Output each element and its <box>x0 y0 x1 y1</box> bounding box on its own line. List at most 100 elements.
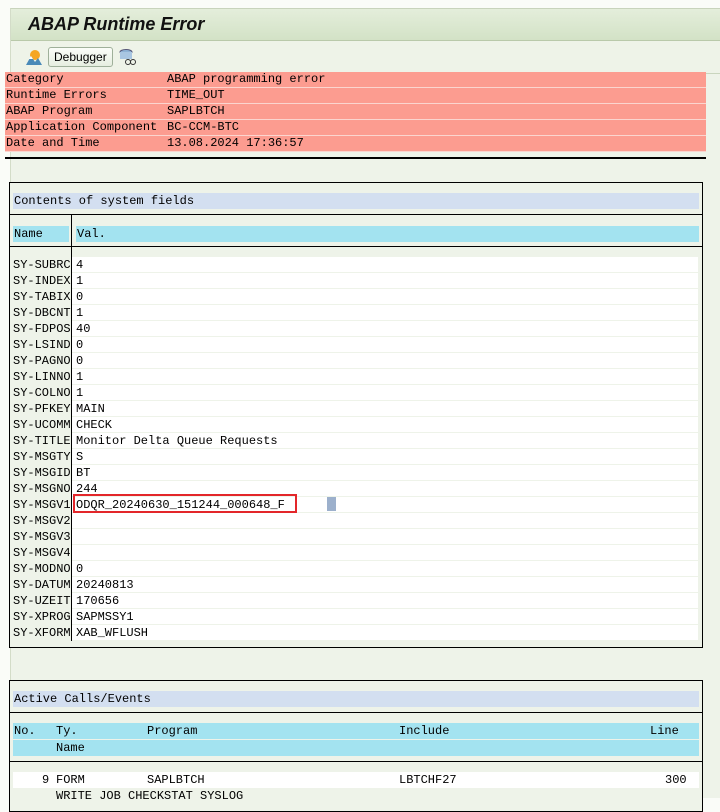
field-value[interactable]: 0 <box>72 561 698 577</box>
field-value-text: 0 <box>76 338 84 352</box>
field-value-text: 1 <box>76 370 84 384</box>
table-row: SY-FDPOS 40 <box>10 321 702 337</box>
field-value[interactable] <box>72 529 698 545</box>
field-value-text: 40 <box>76 322 91 336</box>
field-value[interactable] <box>72 545 698 561</box>
field-value[interactable]: CHECK <box>72 417 698 433</box>
table-row: SY-MSGTY S <box>10 449 702 465</box>
page-title: ABAP Runtime Error <box>28 14 205 34</box>
column-header-type: Ty. <box>56 724 78 738</box>
title-bar: ABAP Runtime Error <box>11 9 720 41</box>
mountain-sun-icon[interactable] <box>25 48 43 66</box>
field-name: SY-MODNO <box>10 561 72 577</box>
table-row: SY-DBCNT 1 <box>10 305 702 321</box>
highlight-box <box>73 494 297 513</box>
field-name: SY-INDEX <box>10 273 72 289</box>
field-value-text: MAIN <box>76 402 105 416</box>
field-value[interactable]: ODQR_20240630_151244_000648_F <box>72 494 698 513</box>
column-header-name: Name <box>13 226 69 242</box>
table-row: SY-MSGV4 <box>10 545 702 561</box>
table-row: SY-MSGID BT <box>10 465 702 481</box>
field-value-text: SAPMSSY1 <box>76 610 134 624</box>
field-value[interactable] <box>72 513 698 529</box>
field-name: SY-XPROG <box>10 609 72 625</box>
field-value[interactable]: 0 <box>72 353 698 369</box>
table-row: SY-UCOMM CHECK <box>10 417 702 433</box>
table-row: SY-INDEX 1 <box>10 273 702 289</box>
field-name: SY-MSGID <box>10 465 72 481</box>
call-type: FORM <box>56 773 85 787</box>
field-value[interactable]: BT <box>72 465 698 481</box>
table-row: SY-PFKEY MAIN <box>10 401 702 417</box>
field-value[interactable]: 1 <box>72 305 698 321</box>
debugger-button[interactable]: Debugger <box>48 47 113 67</box>
row-key: Date and Time <box>6 136 100 150</box>
table-header: Name Val. <box>10 215 702 246</box>
field-value-text: Monitor Delta Queue Requests <box>76 434 278 448</box>
table-row: SY-TITLE Monitor Delta Queue Requests <box>10 433 702 449</box>
column-header-name: Name <box>13 740 699 756</box>
call-include: LBTCHF27 <box>399 773 457 787</box>
column-header-line: Line <box>650 724 679 738</box>
field-value[interactable]: 4 <box>72 257 698 273</box>
table-row: SY-MSGV2 <box>10 513 702 529</box>
section-title: Contents of system fields <box>13 193 699 209</box>
field-value[interactable]: Monitor Delta Queue Requests <box>72 433 698 449</box>
column-header-include: Include <box>399 724 450 738</box>
column-header-no: No. <box>14 724 36 738</box>
field-value-text: S <box>76 450 84 464</box>
column-header-program: Program <box>147 724 198 738</box>
row-key: Category <box>6 72 64 86</box>
field-value-text: 1 <box>76 274 84 288</box>
call-name: WRITE JOB CHECKSTAT SYSLOG <box>56 789 244 803</box>
table-header: No. Ty. Program Include Line Name <box>13 723 699 756</box>
error-summary-row: Category ABAP programming error <box>5 72 706 88</box>
field-value[interactable]: 1 <box>72 273 698 289</box>
error-summary-table: Category ABAP programming error Runtime Er… <box>5 72 706 152</box>
field-name: SY-PAGNO <box>10 353 72 369</box>
row-value: 13.08.2024 17:36:57 <box>167 136 304 150</box>
error-summary-row: Date and Time 13.08.2024 17:36:57 <box>5 136 706 152</box>
table-row: SY-TABIX 0 <box>10 289 702 305</box>
field-name: SY-LINNO <box>10 369 72 385</box>
field-name: SY-MSGV3 <box>10 529 72 545</box>
row-key: Runtime Errors <box>6 88 107 102</box>
field-value-text: 1 <box>76 306 84 320</box>
field-name: SY-XFORM <box>10 625 72 641</box>
error-summary-row: Runtime Errors TIME_OUT <box>5 88 706 104</box>
field-name: SY-TITLE <box>10 433 72 449</box>
row-value: SAPLBTCH <box>167 104 225 118</box>
field-name: SY-LSIND <box>10 337 72 353</box>
field-value-text: 20240813 <box>76 578 134 592</box>
field-value[interactable]: 0 <box>72 289 698 305</box>
field-name: SY-COLNO <box>10 385 72 401</box>
field-value[interactable]: 20240813 <box>72 577 698 593</box>
database-glasses-icon[interactable] <box>118 48 136 66</box>
field-value-text: 170656 <box>76 594 120 608</box>
field-name: SY-DBCNT <box>10 305 72 321</box>
call-line: 300 <box>665 773 687 787</box>
field-value[interactable]: 170656 <box>72 593 698 609</box>
field-value[interactable]: MAIN <box>72 401 698 417</box>
call-no: 9 <box>42 773 50 787</box>
system-fields-panel: Contents of system fields Name Val. SY-S… <box>9 182 703 648</box>
field-value[interactable]: 40 <box>72 321 698 337</box>
table-row: SY-COLNO 1 <box>10 385 702 401</box>
error-summary-row: ABAP Program SAPLBTCH <box>5 104 706 120</box>
field-name: SY-UCOMM <box>10 417 72 433</box>
field-value[interactable]: 0 <box>72 337 698 353</box>
field-value[interactable]: 1 <box>72 369 698 385</box>
field-name: SY-UZEIT <box>10 593 72 609</box>
field-value[interactable]: 1 <box>72 385 698 401</box>
table-row: SY-MSGV1 ODQR_20240630_151244_000648_F <box>10 494 702 513</box>
table-row: SY-PAGNO 0 <box>10 353 702 369</box>
field-value[interactable]: SAPMSSY1 <box>72 609 698 625</box>
table-row: SY-DATUM 20240813 <box>10 577 702 593</box>
table-row: SY-MODNO 0 <box>10 561 702 577</box>
field-value[interactable]: S <box>72 449 698 465</box>
field-name: SY-MSGV4 <box>10 545 72 561</box>
row-value: TIME_OUT <box>167 88 225 102</box>
table-row[interactable]: 9 FORM SAPLBTCH LBTCHF27 300 WRITE JOB C… <box>13 772 699 804</box>
field-name: SY-FDPOS <box>10 321 72 337</box>
field-value[interactable]: XAB_WFLUSH <box>72 625 698 641</box>
